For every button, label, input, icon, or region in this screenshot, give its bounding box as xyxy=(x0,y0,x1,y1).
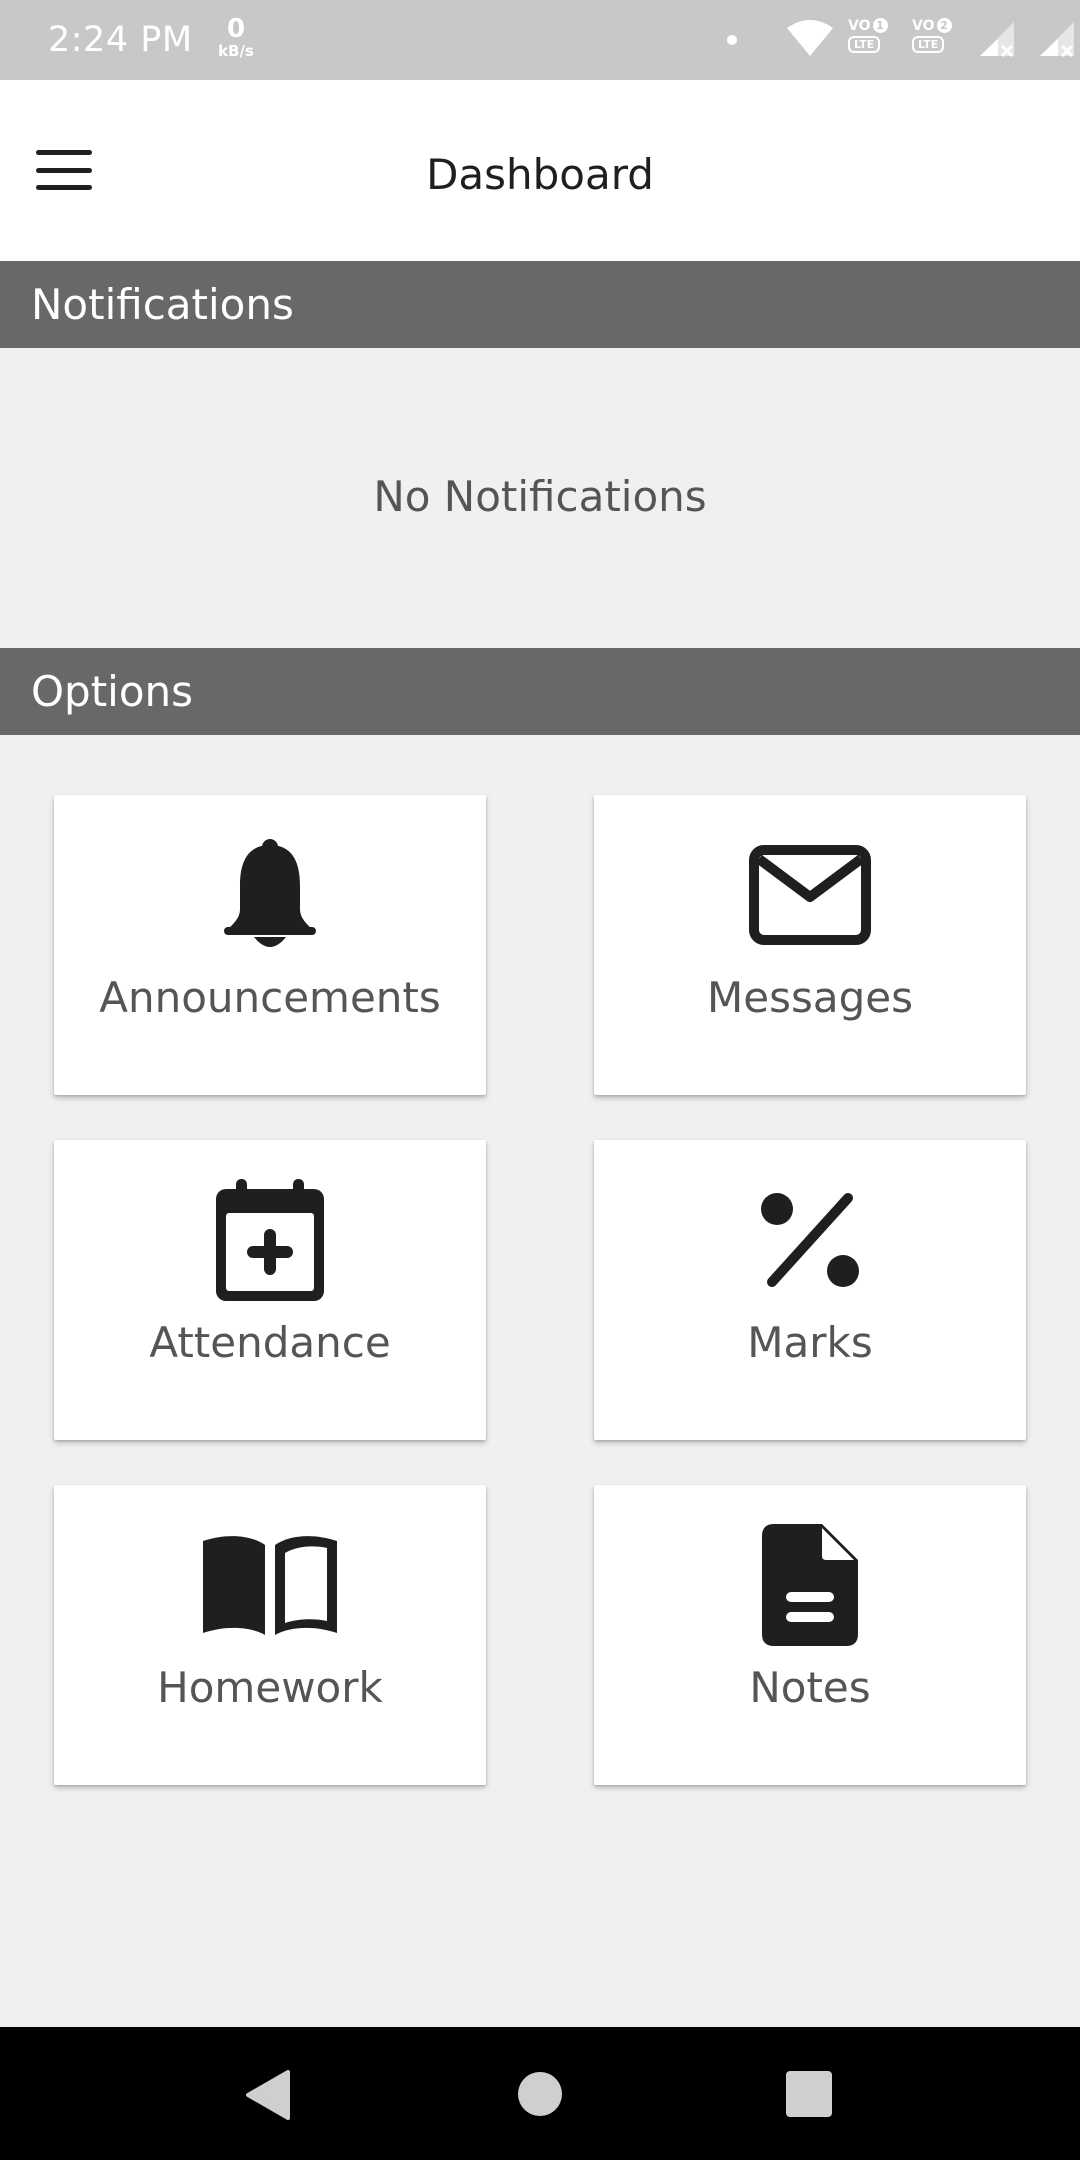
volte-1-badge: 1 xyxy=(872,18,888,33)
notes-tile[interactable]: Notes xyxy=(594,1485,1026,1785)
announcements-label: Announcements xyxy=(99,973,441,1022)
dot-icon xyxy=(727,35,737,45)
volte-1-lte: LTE xyxy=(848,36,881,53)
status-bar: 2:24 PM 0 kB/s VO 1 LTE VO 2 LTE xyxy=(0,0,1080,80)
options-header: Options xyxy=(0,648,1080,735)
signal-1-icon xyxy=(980,22,1014,58)
status-icons: VO 1 LTE VO 2 LTE xyxy=(600,0,1080,80)
no-notifications-text: No Notifications xyxy=(373,472,707,521)
homework-label: Homework xyxy=(157,1663,383,1712)
file-text-icon xyxy=(594,1524,1026,1646)
marks-tile[interactable]: Marks xyxy=(594,1140,1026,1440)
wifi-icon xyxy=(787,20,833,56)
back-icon[interactable] xyxy=(244,2070,290,2120)
bell-icon xyxy=(54,835,486,955)
volte-2-icon: VO 2 LTE xyxy=(912,18,958,58)
volte-1-label: VO xyxy=(848,17,871,34)
announcements-tile[interactable]: Announcements xyxy=(54,795,486,1095)
network-speed-unit: kB/s xyxy=(218,42,254,60)
network-speed-value: 0 xyxy=(226,14,246,44)
messages-tile[interactable]: Messages xyxy=(594,795,1026,1095)
signal-2-icon xyxy=(1040,22,1074,58)
recents-icon[interactable] xyxy=(786,2071,832,2117)
volte-1-icon: VO 1 LTE xyxy=(848,18,894,58)
homework-tile[interactable]: Homework xyxy=(54,1485,486,1785)
navigation-bar xyxy=(0,2027,1080,2160)
volte-2-badge: 2 xyxy=(936,18,952,33)
attendance-tile[interactable]: Attendance xyxy=(54,1140,486,1440)
volte-2-lte: LTE xyxy=(912,36,945,53)
attendance-label: Attendance xyxy=(149,1318,391,1367)
network-speed: 0 kB/s xyxy=(216,16,256,59)
home-icon[interactable] xyxy=(518,2072,562,2116)
volte-2-label: VO xyxy=(912,17,935,34)
page-title: Dashboard xyxy=(426,150,654,199)
calendar-plus-icon xyxy=(54,1179,486,1301)
notes-label: Notes xyxy=(749,1663,871,1712)
messages-label: Messages xyxy=(707,973,913,1022)
status-time: 2:24 PM xyxy=(48,20,193,60)
notifications-header: Notifications xyxy=(0,261,1080,348)
app-bar: Dashboard xyxy=(0,80,1080,261)
percent-icon xyxy=(594,1180,1026,1300)
marks-label: Marks xyxy=(747,1318,873,1367)
envelope-icon xyxy=(594,835,1026,955)
book-open-icon xyxy=(54,1525,486,1645)
